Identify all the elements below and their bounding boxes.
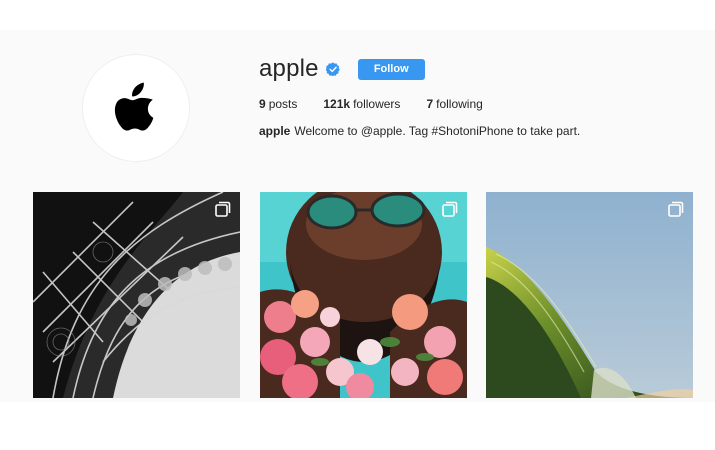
multiple-photos-icon — [668, 201, 684, 217]
follow-button[interactable]: Follow — [357, 58, 425, 80]
profile-stats: 9 posts 121k followers 7 following — [259, 97, 699, 111]
post-tile-3[interactable] — [486, 192, 693, 398]
bio-name: apple — [259, 124, 291, 138]
stat-following-label: following — [436, 97, 483, 111]
verified-badge-icon — [325, 62, 340, 76]
stat-followers-label: followers — [353, 97, 401, 111]
profile-info: apple Follow 9 posts 121k followers 7 follo… — [259, 54, 699, 138]
bio-text: Welcome to @apple. Tag #ShotoniPhone to … — [294, 124, 581, 138]
apple-logo-icon — [114, 82, 154, 131]
profile-page: apple Follow 9 posts 121k followers 7 follo… — [0, 30, 715, 402]
stat-following[interactable]: 7 following — [426, 97, 482, 111]
profile-bio: apple Welcome to @apple. Tag #ShotoniPhon… — [259, 124, 699, 138]
stat-posts-label: posts — [268, 97, 298, 111]
post-tile-1[interactable] — [33, 192, 240, 398]
multiple-photos-icon — [442, 201, 458, 217]
post-image-portrait-flowers — [260, 192, 467, 398]
post-tile-2[interactable] — [260, 192, 467, 398]
multiple-photos-icon — [215, 201, 231, 217]
stat-followers[interactable]: 121k followers — [323, 97, 400, 111]
stat-following-count: 7 — [426, 97, 434, 111]
profile-avatar[interactable] — [82, 54, 190, 162]
stat-followers-count: 121k — [323, 97, 351, 111]
post-image-wave — [486, 192, 693, 398]
stat-posts-count: 9 — [259, 97, 266, 111]
post-image-eiffel-tower — [33, 192, 240, 398]
stat-posts[interactable]: 9 posts — [259, 97, 297, 111]
profile-username: apple — [259, 55, 319, 82]
